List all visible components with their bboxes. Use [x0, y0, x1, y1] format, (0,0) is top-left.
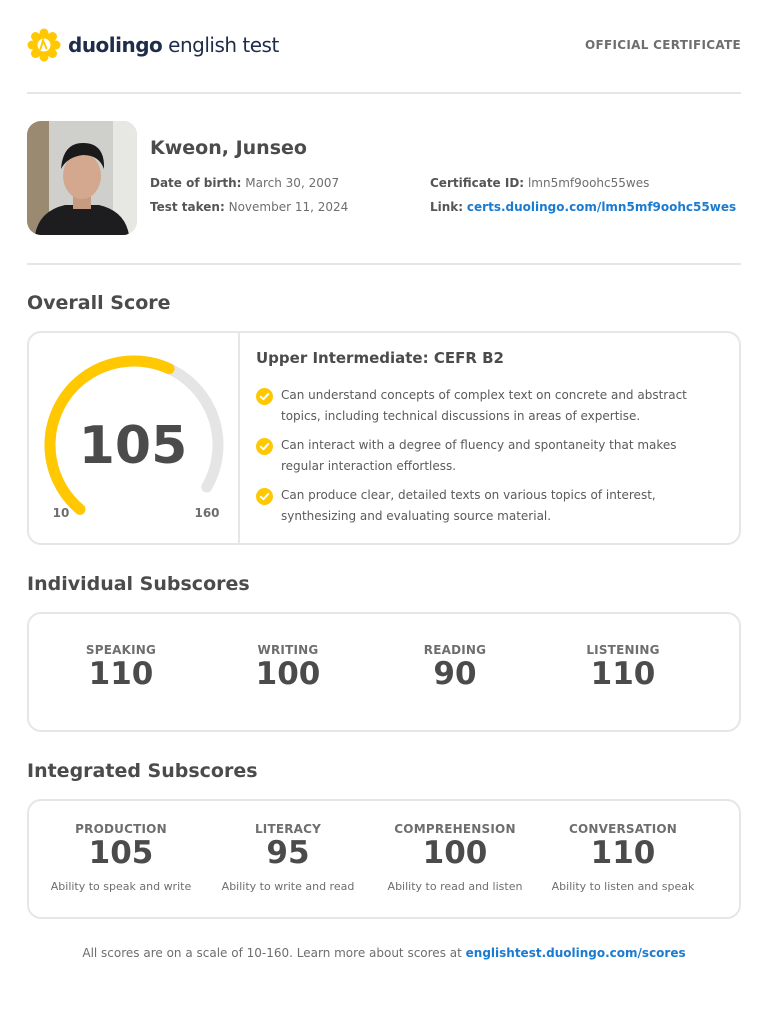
- check-circle-icon: [256, 488, 273, 505]
- certificate-link-row: Link: certs.duolingo.com/lmn5mf9oohc55we…: [430, 200, 736, 214]
- subscore-speaking: SPEAKING 110: [36, 643, 206, 691]
- subscore-production: PRODUCTION 105 Ability to speak and writ…: [36, 822, 206, 893]
- candidate-photo: [27, 121, 137, 235]
- check-circle-icon: [256, 438, 273, 455]
- scores-info-link[interactable]: englishtest.duolingo.com/scores: [466, 946, 686, 960]
- duolingo-sun-icon: [27, 28, 61, 62]
- subscore-label: LITERACY: [254, 822, 322, 836]
- dob-label: Date of birth:: [150, 176, 242, 190]
- check-circle-icon: [256, 388, 273, 405]
- subscore-value: 100: [422, 835, 488, 871]
- card-divider: [238, 333, 240, 543]
- subscore-value: 100: [255, 656, 321, 692]
- subscore-literacy: LITERACY 95 Ability to write and read: [203, 822, 373, 893]
- subscore-writing: WRITING 100: [203, 643, 373, 691]
- subscore-value: 110: [88, 656, 154, 692]
- header: duolingo english test OFFICIAL CERTIFICA…: [27, 28, 741, 64]
- subscore-value: 95: [266, 835, 310, 871]
- can-do-item: Can interact with a degree of fluency an…: [256, 435, 696, 477]
- subscore-label: READING: [423, 643, 487, 657]
- brand-name: duolingo: [68, 33, 163, 57]
- subscore-comprehension: COMPREHENSION 100 Ability to read and li…: [370, 822, 540, 893]
- certificate-link[interactable]: certs.duolingo.com/lmn5mf9oohc55wes: [467, 200, 736, 214]
- official-certificate-label: OFFICIAL CERTIFICATE: [584, 38, 741, 52]
- subscore-label: LISTENING: [586, 643, 660, 657]
- subscore-reading: READING 90: [370, 643, 540, 691]
- dob-value: March 30, 2007: [245, 176, 340, 190]
- subscore-value: 110: [590, 835, 656, 871]
- subscore-label: SPEAKING: [85, 643, 157, 657]
- brand-product: english test: [168, 33, 279, 57]
- footer-text: All scores are on a scale of 10-160. Lea…: [82, 946, 466, 960]
- subscore-value: 105: [88, 835, 154, 871]
- can-do-text: Can interact with a degree of fluency an…: [281, 438, 677, 473]
- can-do-item: Can produce clear, detailed texts on var…: [256, 485, 696, 527]
- score-gauge: 105 10 160: [44, 355, 224, 520]
- subscore-value: 110: [590, 656, 656, 692]
- overall-score-card: 105 10 160 Upper Intermediate: CEFR B2 C…: [27, 331, 741, 545]
- subscore-description: Ability to listen and speak: [551, 880, 695, 893]
- link-label: Link:: [430, 200, 464, 214]
- subscore-description: Ability to speak and write: [50, 880, 192, 893]
- scale-min-label: 10: [53, 506, 70, 520]
- divider: [27, 92, 741, 94]
- divider: [27, 263, 741, 265]
- can-do-text: Can produce clear, detailed texts on var…: [281, 488, 656, 523]
- subscore-label: PRODUCTION: [75, 822, 167, 836]
- subscore-conversation: CONVERSATION 110 Ability to listen and s…: [538, 822, 708, 893]
- footer-note: All scores are on a scale of 10-160. Lea…: [0, 946, 768, 960]
- brand-logo[interactable]: duolingo english test: [27, 28, 279, 62]
- integrated-subscores-title: Integrated Subscores: [27, 760, 258, 782]
- integrated-subscores-card: PRODUCTION 105 Ability to speak and writ…: [27, 799, 741, 919]
- test-taken: Test taken: November 11, 2024: [150, 200, 348, 214]
- subscore-description: Ability to read and listen: [387, 880, 523, 893]
- candidate-name: Kweon, Junseo: [150, 137, 307, 159]
- can-do-item: Can understand concepts of complex text …: [256, 385, 696, 427]
- logo-wordmark: duolingo english test: [68, 33, 279, 57]
- overall-score-title: Overall Score: [27, 292, 171, 314]
- certificate-id: Certificate ID: lmn5mf9oohc55wes: [430, 176, 649, 190]
- overall-score-value: 105: [79, 416, 188, 476]
- certificate-id-label: Certificate ID:: [430, 176, 525, 190]
- subscore-description: Ability to write and read: [221, 880, 355, 893]
- subscore-label: WRITING: [257, 643, 319, 657]
- subscore-label: COMPREHENSION: [394, 822, 516, 836]
- date-of-birth: Date of birth: March 30, 2007: [150, 176, 339, 190]
- scale-max-label: 160: [194, 506, 219, 520]
- certificate-id-value: lmn5mf9oohc55wes: [527, 176, 650, 190]
- test-taken-value: November 11, 2024: [228, 200, 349, 214]
- subscore-value: 90: [433, 656, 477, 692]
- can-do-text: Can understand concepts of complex text …: [281, 388, 687, 423]
- cefr-level: Upper Intermediate: CEFR B2: [256, 349, 504, 367]
- subscore-listening: LISTENING 110: [538, 643, 708, 691]
- test-taken-label: Test taken:: [150, 200, 225, 214]
- individual-subscores-title: Individual Subscores: [27, 573, 250, 595]
- subscore-label: CONVERSATION: [568, 822, 678, 836]
- individual-subscores-card: SPEAKING 110 WRITING 100 READING 90 LIST…: [27, 612, 741, 732]
